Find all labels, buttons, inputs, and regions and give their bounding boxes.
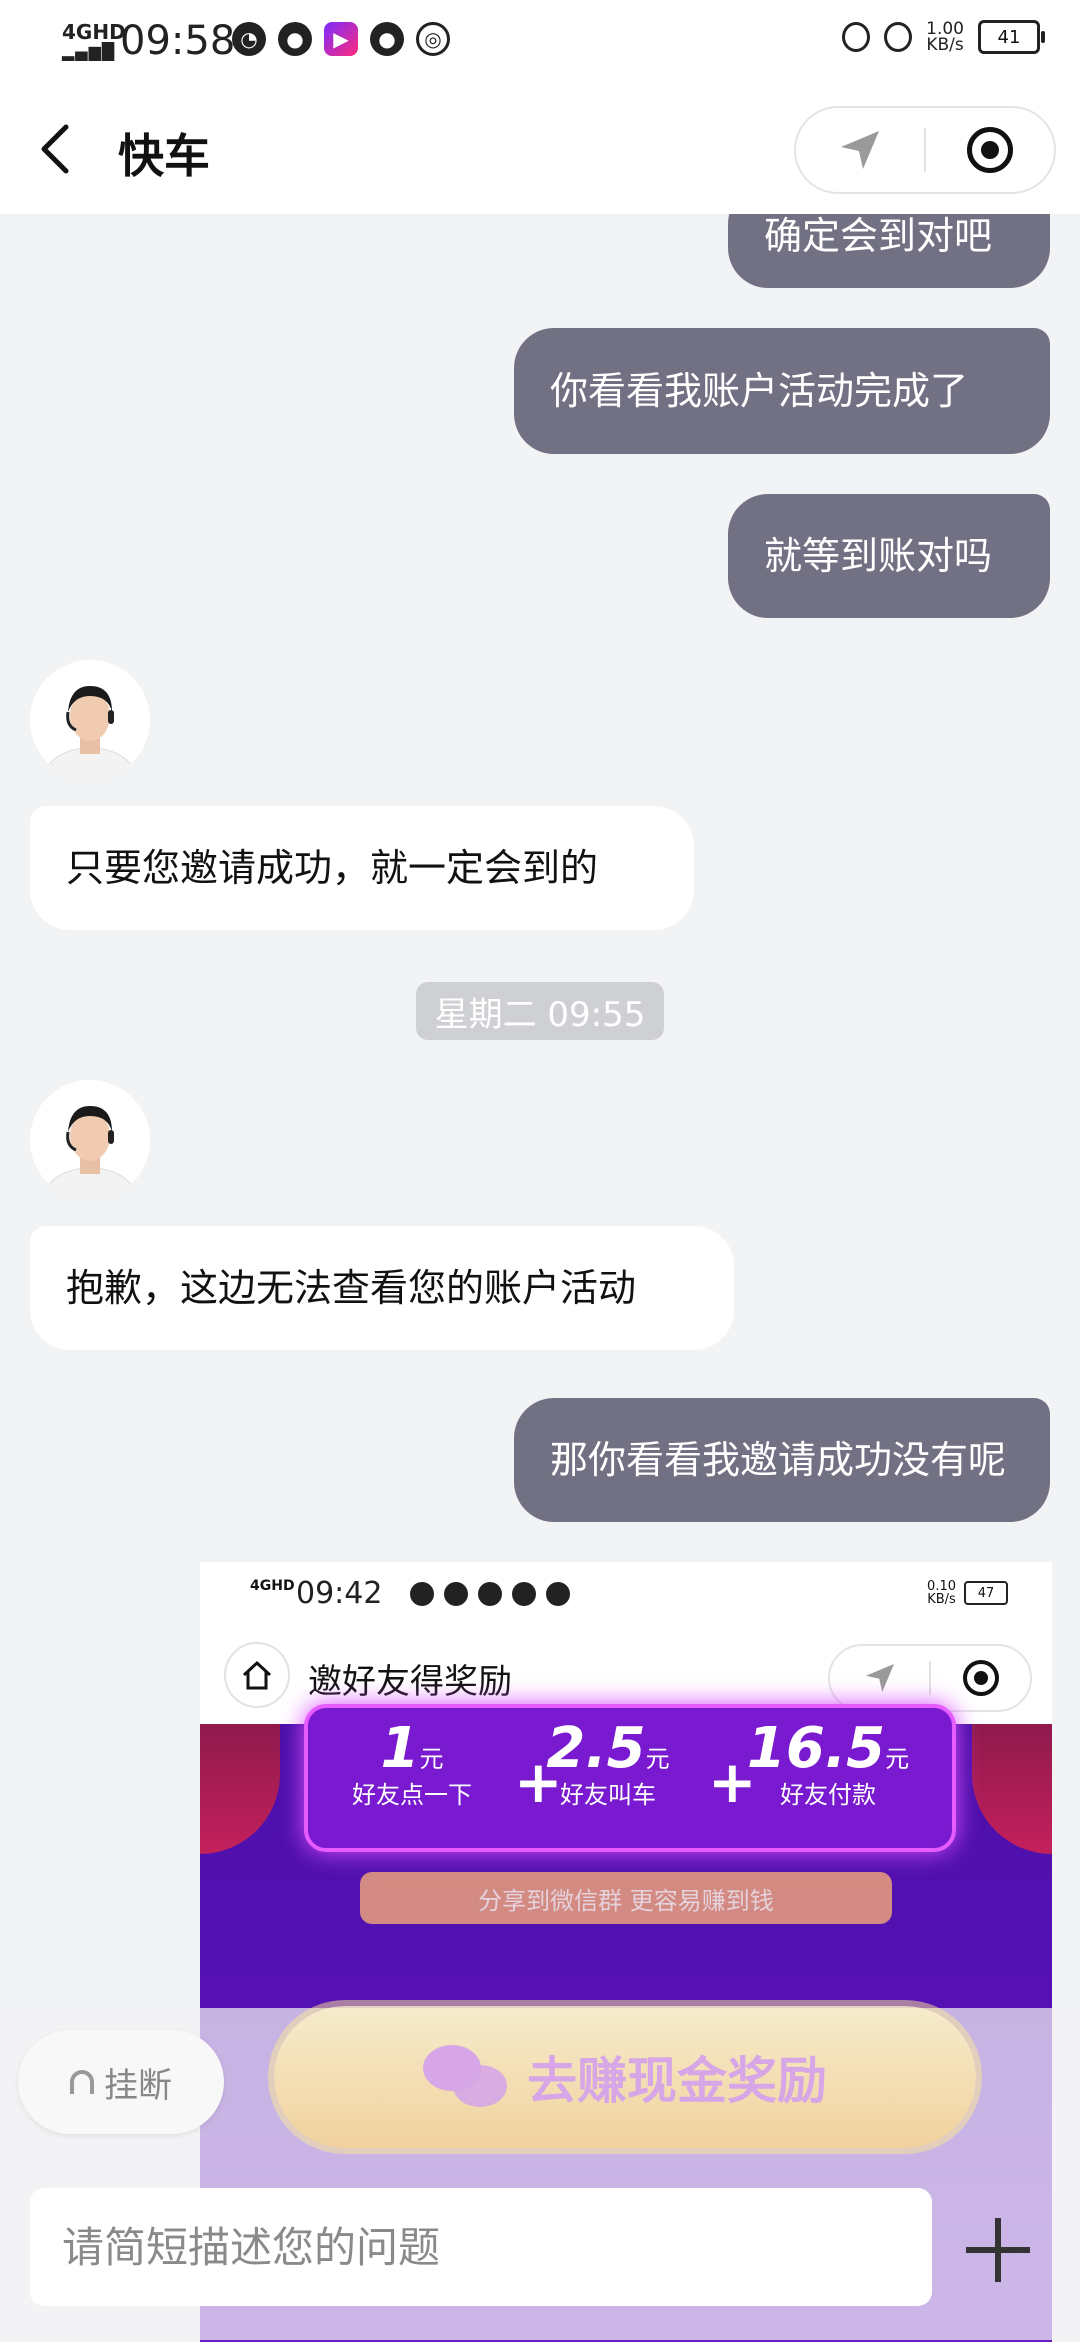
earn-button-label: 去赚现金奖励 — [527, 2052, 827, 2110]
reward-item: 1元 好友点一下 — [352, 1716, 472, 1810]
question-input[interactable] — [60, 2221, 904, 2273]
status-bar: 4GHD ▂▄▆█ 09:58 ◔ ● ▶ ● ◎ 1.00 KB/s 41 — [0, 0, 1080, 84]
timestamp-divider: 星期二 09:55 — [416, 982, 664, 1040]
reward-item: 2.5元 好友叫车 — [508, 1716, 708, 1810]
net-rate-unit: KB/s — [926, 35, 964, 55]
screenshot-network: 4GHD — [250, 1578, 295, 1594]
reward-unit: 元 — [645, 1745, 670, 1773]
wechat-icon: ● — [370, 22, 404, 56]
screenshot-page-title: 邀好友得奖励 — [308, 1662, 512, 1702]
mini-program-capsule — [794, 106, 1056, 194]
reward-item: 16.5元 好友付款 — [728, 1716, 928, 1810]
status-time: 09:58 — [120, 18, 236, 64]
message-input-bar[interactable] — [30, 2188, 932, 2306]
reward-amount: 16.5 — [746, 1716, 886, 1781]
net-rate: 1.00 KB/s — [926, 21, 964, 55]
agent-avatar — [30, 660, 150, 780]
agent-avatar-image — [30, 660, 150, 780]
chevron-left-icon — [41, 124, 69, 174]
screenshot-time: 09:42 — [296, 1576, 383, 1611]
navigation-arrow-icon — [865, 1663, 894, 1693]
add-attachment-button[interactable] — [966, 2218, 1030, 2282]
message-bubble-user[interactable]: 确定会到对吧 — [728, 214, 1050, 288]
message-bubble-agent[interactable]: 抱歉，这边无法查看您的账户活动 — [30, 1226, 734, 1350]
close-mini-program-button[interactable] — [926, 108, 1054, 192]
screenshot-battery-level: 47 — [977, 1585, 995, 1601]
battery-level: 41 — [997, 26, 1021, 48]
curtain-decoration — [200, 1724, 280, 1854]
screenshot-capsule — [828, 1644, 1032, 1712]
back-button[interactable] — [36, 114, 96, 184]
app-icon: ◎ — [416, 22, 450, 56]
reward-unit: 元 — [419, 1745, 444, 1773]
network-indicator: 4GHD ▂▄▆█ — [62, 22, 126, 62]
wechat-icon — [423, 2045, 507, 2109]
share-tip: 分享到微信群 更容易赚到钱 — [360, 1872, 892, 1924]
reward-caption: 好友点一下 — [352, 1781, 472, 1809]
message-bubble-agent[interactable]: 只要您邀请成功，就一定会到的 — [30, 806, 694, 930]
screenshot-net-rate-unit: KB/s — [927, 1592, 956, 1607]
screenshot-status-bar: 4GHD 09:42 0.10 KB/s 47 — [200, 1562, 1052, 1628]
curtain-decoration — [972, 1724, 1052, 1854]
page-title: 快车 — [118, 129, 210, 183]
agent-avatar — [30, 1080, 150, 1200]
screenshot-status-right: 0.10 KB/s 47 — [927, 1580, 1008, 1606]
screenshot-notification-icons — [410, 1582, 570, 1606]
video-app-icon: ▶ — [324, 22, 358, 56]
location-button[interactable] — [796, 108, 924, 192]
reward-amount: 2.5 — [546, 1716, 646, 1781]
navigation-arrow-icon — [841, 131, 879, 169]
reward-caption: 好友叫车 — [560, 1781, 656, 1809]
message-icon: ● — [278, 22, 312, 56]
target-icon — [967, 127, 1013, 173]
notification-icons: ◔ ● ▶ ● ◎ — [232, 22, 450, 56]
reward-box: 1元 好友点一下 + 2.5元 好友叫车 + 16.5元 好友付款 — [304, 1704, 956, 1852]
message-bubble-user[interactable]: 就等到账对吗 — [728, 494, 1050, 618]
agent-avatar-image — [30, 1080, 150, 1200]
screenshot-battery-icon: 47 — [964, 1581, 1008, 1605]
target-icon — [962, 1660, 999, 1696]
reward-amount: 1 — [380, 1716, 420, 1781]
battery-icon: 41 — [978, 20, 1045, 54]
headset-icon — [70, 2070, 94, 2094]
reward-unit: 元 — [885, 1745, 910, 1773]
app-header: 快车 — [0, 84, 1080, 214]
location-icon — [842, 22, 871, 52]
status-right: 1.00 KB/s 41 — [842, 20, 1045, 55]
signal-icon: ▂▄▆█ — [62, 42, 116, 61]
message-bubble-user[interactable]: 那你看看我邀请成功没有呢 — [514, 1398, 1050, 1522]
hangup-label: 挂断 — [104, 2065, 172, 2106]
speed-icon: ◔ — [232, 22, 266, 56]
home-icon — [224, 1642, 290, 1708]
network-type: 4GHD — [62, 20, 126, 44]
message-bubble-user[interactable]: 你看看我账户活动完成了 — [514, 328, 1050, 454]
earn-cash-reward-button[interactable]: 去赚现金奖励 — [274, 2006, 976, 2148]
alarm-icon — [884, 22, 913, 52]
hangup-button[interactable]: 挂断 — [18, 2030, 224, 2134]
